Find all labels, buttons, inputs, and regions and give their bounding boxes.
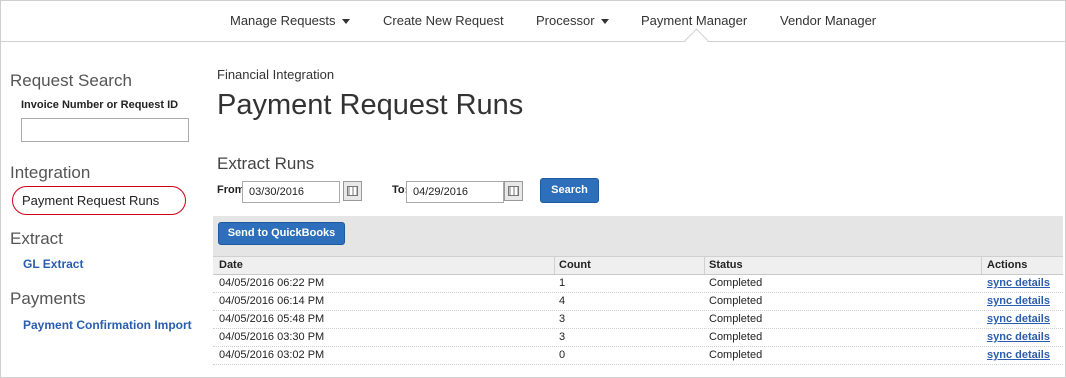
table-header: Date Count Status Actions [213, 256, 1063, 275]
sidebar-item-payment-request-runs[interactable]: Payment Request Runs [22, 193, 159, 208]
extract-heading: Extract [10, 229, 63, 248]
integration-heading: Integration [10, 163, 91, 182]
to-calendar-icon[interactable] [504, 181, 523, 201]
column-header-count[interactable]: Count [559, 259, 591, 271]
sync-details-link[interactable]: sync details [987, 349, 1050, 361]
invoice-search-label: Invoice Number or Request ID [21, 99, 179, 111]
column-header-actions[interactable]: Actions [987, 259, 1027, 271]
cell-date: 04/05/2016 06:14 PM [219, 295, 325, 307]
chevron-down-icon [600, 19, 609, 25]
cell-status: Completed [709, 349, 763, 361]
nav-label: Payment Manager [641, 13, 748, 28]
table-row: 04/05/2016 06:14 PM 4 Completed sync det… [213, 293, 1063, 311]
send-to-quickbooks-button[interactable]: Send to QuickBooks [218, 222, 345, 245]
nav-manage-requests[interactable]: Manage Requests [230, 13, 350, 28]
sync-details-link[interactable]: sync details [987, 313, 1050, 325]
cell-date: 04/05/2016 06:22 PM [219, 277, 325, 289]
table-row: 04/05/2016 03:30 PM 3 Completed sync det… [213, 329, 1063, 347]
cell-status: Completed [709, 331, 763, 343]
cell-date: 04/05/2016 03:30 PM [219, 331, 325, 343]
cell-count: 3 [559, 331, 566, 343]
cell-count: 0 [559, 349, 566, 361]
breadcrumb: Financial Integration [217, 67, 335, 82]
cell-status: Completed [709, 277, 763, 289]
request-search-heading: Request Search [10, 71, 132, 90]
page-title: Payment Request Runs [217, 89, 524, 121]
active-nav-pointer [684, 28, 709, 53]
chevron-down-icon [341, 19, 350, 25]
sync-details-link[interactable]: sync details [987, 331, 1050, 343]
invoice-search-input[interactable] [21, 118, 189, 142]
sidebar-item-payment-confirmation-import[interactable]: Payment Confirmation Import [23, 318, 192, 332]
nav-vendor-manager[interactable]: Vendor Manager [780, 13, 876, 28]
top-navigation: Manage Requests Create New Request Proce… [1, 1, 1065, 53]
nav-create-new-request[interactable]: Create New Request [383, 13, 504, 28]
extract-runs-table: Date Count Status Actions 04/05/2016 06:… [213, 256, 1063, 365]
nav-label: Manage Requests [230, 13, 336, 28]
from-date-input[interactable]: 03/30/2016 [242, 181, 340, 203]
sync-details-link[interactable]: sync details [987, 295, 1050, 307]
table-row: 04/05/2016 05:48 PM 3 Completed sync det… [213, 311, 1063, 329]
search-button[interactable]: Search [540, 178, 599, 203]
sidebar-item-gl-extract[interactable]: GL Extract [23, 257, 83, 271]
sync-details-link[interactable]: sync details [987, 277, 1050, 289]
table-row: 04/05/2016 06:22 PM 1 Completed sync det… [213, 275, 1063, 293]
column-header-date[interactable]: Date [219, 259, 243, 271]
nav-label: Create New Request [383, 13, 504, 28]
from-calendar-icon[interactable] [343, 181, 362, 201]
cell-count: 1 [559, 277, 566, 289]
table-row: 04/05/2016 03:02 PM 0 Completed sync det… [213, 347, 1063, 365]
nav-label: Vendor Manager [780, 13, 877, 28]
payments-heading: Payments [10, 289, 86, 308]
section-title: Extract Runs [217, 154, 315, 173]
cell-status: Completed [709, 295, 763, 307]
nav-label: Processor [536, 13, 595, 28]
cell-status: Completed [709, 313, 763, 325]
nav-processor[interactable]: Processor [536, 13, 609, 28]
cell-date: 04/05/2016 05:48 PM [219, 313, 325, 325]
column-header-status[interactable]: Status [709, 259, 743, 271]
cell-count: 4 [559, 295, 566, 307]
nav-payment-manager[interactable]: Payment Manager [641, 13, 747, 28]
cell-count: 3 [559, 313, 566, 325]
to-date-input[interactable]: 04/29/2016 [406, 181, 504, 203]
cell-date: 04/05/2016 03:02 PM [219, 349, 325, 361]
